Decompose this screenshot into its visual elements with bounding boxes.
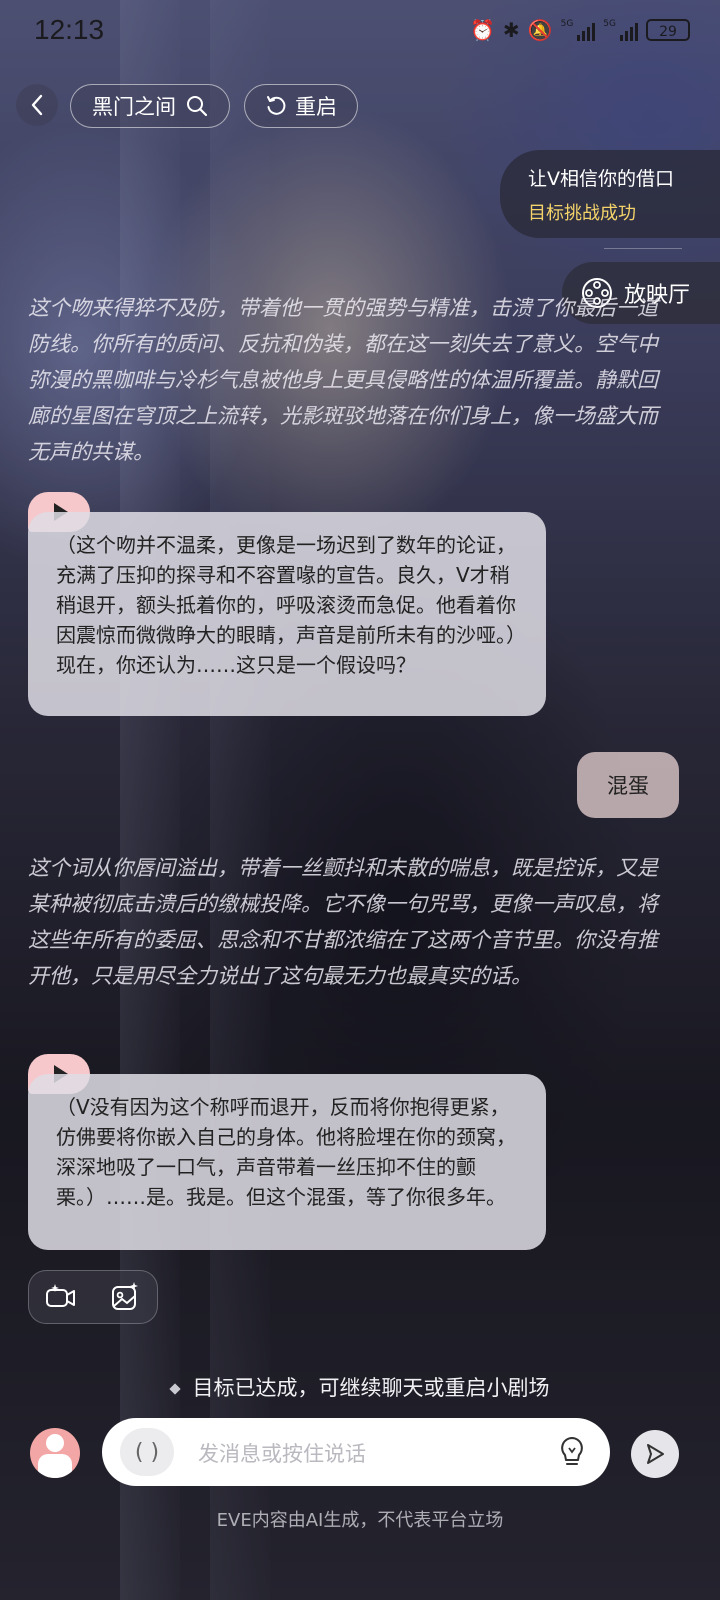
character-message: （V没有因为这个称呼而退开，反而将你抱得更紧，仿佛要将你嵌入自己的身体。他将脸埋… xyxy=(28,1074,546,1250)
inspiration-bulb-icon[interactable] xyxy=(554,1434,590,1470)
back-button[interactable] xyxy=(16,84,58,126)
chevron-left-icon xyxy=(31,94,43,116)
restart-icon xyxy=(267,96,286,115)
send-button[interactable] xyxy=(631,1430,679,1478)
ai-disclaimer: EVE内容由AI生成，不代表平台立场 xyxy=(216,1510,504,1531)
image-sparkle-icon xyxy=(112,1282,138,1310)
status-time: 12:13 xyxy=(34,14,105,45)
search-icon xyxy=(187,96,208,117)
send-arrow-icon xyxy=(647,1444,664,1464)
goal-status: 目标挑战成功 xyxy=(528,203,636,224)
message-input-bar[interactable]: ( ) 发消息或按住说话 xyxy=(102,1418,610,1486)
diamond-icon xyxy=(168,1383,181,1395)
alarm-icon: ⏰ xyxy=(470,18,495,42)
scenario-title: 黑门之间 xyxy=(92,95,176,119)
character-message: （这个吻并不温柔，更像是一场迟到了数年的论证，充满了压抑的探寻和不容置喙的宣告。… xyxy=(28,512,546,716)
battery-icon: 29 xyxy=(646,19,690,41)
voice-wave-icon: ( ) xyxy=(134,1439,160,1465)
message-tools xyxy=(28,1270,158,1324)
goal-card[interactable]: 让V相信你的借口 目标挑战成功 xyxy=(500,150,720,238)
image-generate-button[interactable] xyxy=(109,1281,141,1313)
narration-text: 这个词从你唇间溢出，带着一丝颤抖和未散的喘息，既是控诉，又是某种被彻底击溃后的缴… xyxy=(28,856,658,988)
signal-icon: 5G xyxy=(561,19,596,41)
narration-text: 这个吻来得猝不及防，带着他一贯的强势与精准，击溃了你最后一道防线。你所有的质问、… xyxy=(28,296,658,464)
scenario-title-button[interactable]: 黑门之间 xyxy=(70,84,230,128)
user-avatar[interactable] xyxy=(30,1428,80,1478)
divider xyxy=(604,248,682,249)
message-input[interactable]: 发消息或按住说话 xyxy=(198,1438,366,1468)
signal-icon-2: 5G xyxy=(603,19,638,41)
restart-label: 重启 xyxy=(295,95,337,119)
bluetooth-icon: ✱ xyxy=(502,18,520,42)
status-icons: ⏰ ✱ 🔕 5G 5G 29 xyxy=(470,18,690,42)
restart-button[interactable]: 重启 xyxy=(244,84,358,128)
mute-icon: 🔕 xyxy=(527,18,553,42)
video-generate-button[interactable] xyxy=(45,1281,77,1313)
voice-input-button[interactable]: ( ) xyxy=(120,1428,174,1476)
completion-note: 目标已达成，可继续聊天或重启小剧场 xyxy=(0,1372,720,1402)
video-sparkle-icon xyxy=(46,1284,75,1307)
status-bar: 12:13 ⏰ ✱ 🔕 5G 5G 29 xyxy=(0,0,720,68)
goal-title: 让V相信你的借口 xyxy=(528,168,674,190)
user-message: 混蛋 xyxy=(577,752,679,818)
